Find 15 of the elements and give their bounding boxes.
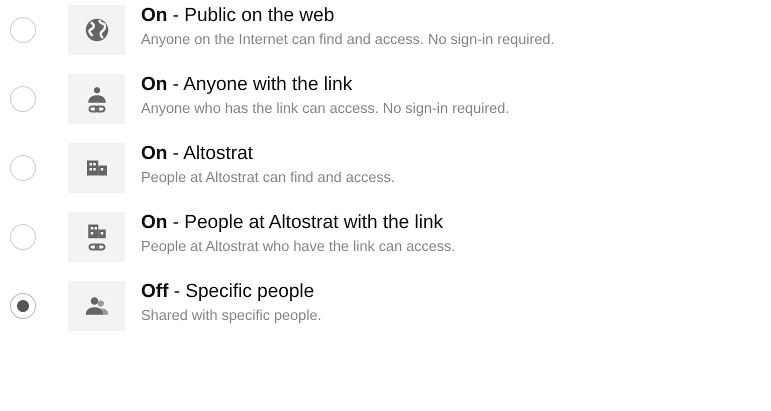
option-title: On - Altostrat [141, 143, 254, 165]
option-title: Off - Specific people [141, 281, 316, 303]
radio-button[interactable] [10, 86, 36, 112]
option-description: People at Altostrat can find and access. [141, 170, 395, 186]
option-description: Shared with specific people. [141, 308, 322, 324]
option-title: On - People at Altostrat with the link [141, 212, 444, 234]
option-title: On - Anyone with the link [141, 74, 354, 96]
radio-button[interactable] [10, 17, 36, 43]
option-description: Anyone on the Internet can find and access. No sign-in required. [141, 32, 555, 48]
radio-button[interactable] [10, 224, 36, 250]
radio-button[interactable] [10, 155, 36, 181]
option-title: On - Public on the web [141, 5, 336, 27]
option-description: Anyone who has the link can access. No sign-in required. [141, 101, 510, 117]
radio-button[interactable] [10, 293, 36, 319]
option-description: People at Altostrat who have the link can access. [141, 239, 456, 255]
